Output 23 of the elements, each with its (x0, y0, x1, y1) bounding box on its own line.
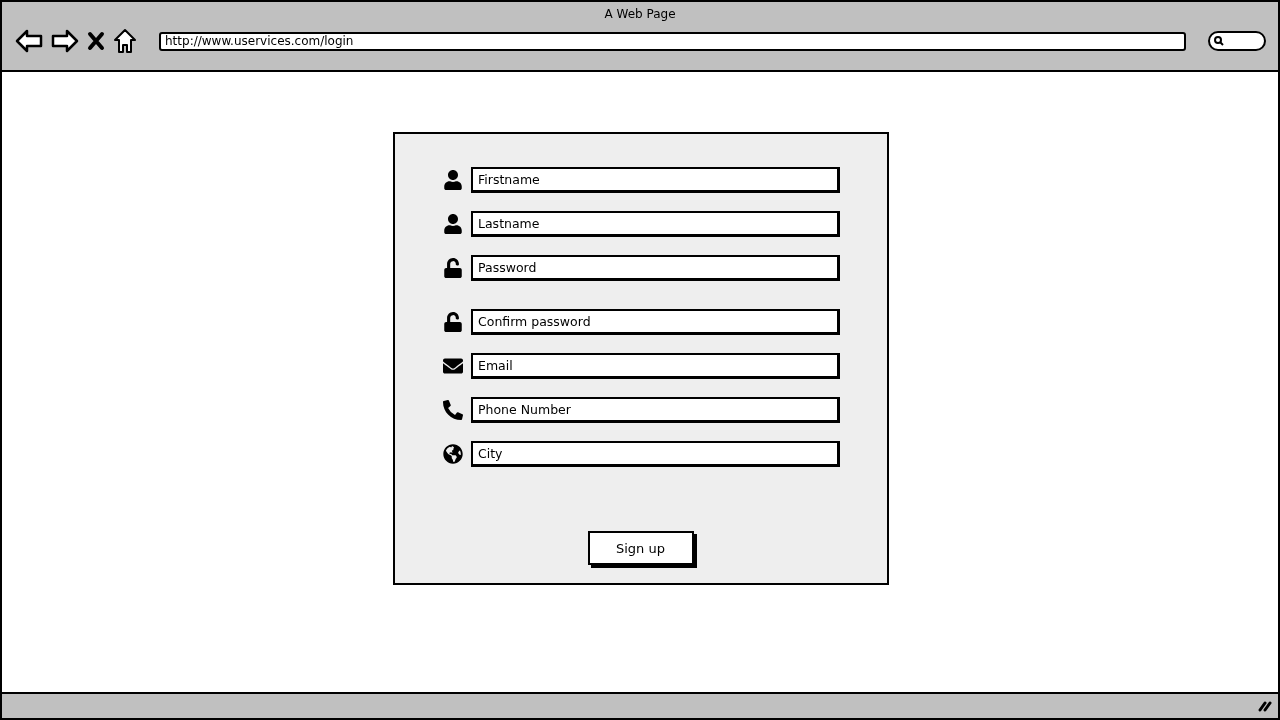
unlocked-padlock-icon (441, 310, 465, 334)
search-icon (1214, 36, 1224, 46)
input-field[interactable]: Phone Number (471, 397, 840, 423)
forward-icon[interactable] (51, 29, 79, 53)
phone-icon (441, 398, 465, 422)
unlocked-padlock-icon (441, 256, 465, 280)
input-field[interactable]: Password (471, 255, 840, 281)
input-field[interactable]: Lastname (471, 211, 840, 237)
person-icon (441, 212, 465, 236)
input-field[interactable]: Email (471, 353, 840, 379)
address-field[interactable]: http://www.uservices.com/login (159, 31, 1186, 51)
globe-icon (441, 442, 465, 466)
input-field[interactable]: City (471, 441, 840, 467)
window-title: A Web Page (604, 6, 676, 23)
signup-button[interactable]: Sign up (587, 531, 694, 565)
input-field[interactable]: Firstname (471, 167, 840, 193)
person-icon (441, 168, 465, 192)
close-icon[interactable] (87, 31, 105, 51)
input-field[interactable]: Confirm password (471, 309, 840, 335)
search-field[interactable] (1208, 31, 1266, 51)
resize-grip-icon[interactable] (1258, 700, 1272, 712)
back-icon[interactable] (15, 29, 43, 53)
home-icon[interactable] (113, 28, 137, 54)
